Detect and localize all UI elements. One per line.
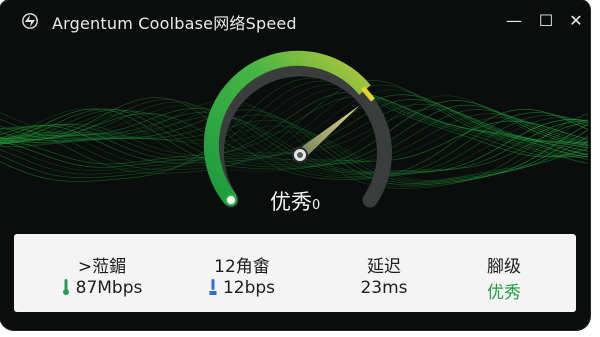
stat-grade: 腳级 优秀 [434, 234, 574, 312]
stat-latency: 延迟 23ms [314, 234, 454, 312]
stat-value-text: 12bps [222, 278, 276, 298]
rating-text: 优秀 [270, 190, 312, 214]
stat-value-text: 87Mbps [75, 278, 143, 298]
stat-value: 23ms [360, 278, 408, 298]
stat-label: 延迟 [367, 257, 401, 277]
maximize-button[interactable]: ☐ [532, 8, 560, 32]
stat-label: 12角畬 [214, 257, 270, 277]
stat-value: 87Mbps [32, 278, 172, 298]
stat-label: 腳级 [487, 257, 521, 277]
stat-label: >蒞鎇 [77, 257, 127, 277]
minimize-icon: — [506, 10, 522, 30]
maximize-icon: ☐ [538, 10, 554, 30]
stat-value: 12bps [172, 278, 312, 298]
stats-panel: >蒞鎇 87Mbps 12角畬 12bps 延迟 23ms 腳级 优秀 [14, 234, 576, 312]
app-window: Argentum Coolbase网络Speed — ☐ ✕ 优秀0 >蒞鎇 8… [0, 0, 590, 330]
close-icon: ✕ [569, 10, 583, 30]
thermometer-icon [209, 279, 217, 295]
stat-value: 优秀 [487, 283, 521, 303]
stat-download: >蒞鎇 87Mbps [32, 234, 172, 312]
minimize-button[interactable]: — [500, 8, 528, 32]
app-logo-icon [22, 13, 38, 29]
bottom-strip [14, 312, 576, 330]
close-button[interactable]: ✕ [562, 8, 590, 32]
gauge-start-dot [225, 194, 237, 206]
stat-upload: 12角畬 12bps [172, 234, 312, 312]
window-title: Argentum Coolbase网络Speed [52, 14, 297, 33]
gauge-center-dot [297, 152, 303, 158]
thermometer-icon [62, 279, 69, 295]
title-bar[interactable]: Argentum Coolbase网络Speed — ☐ ✕ [0, 0, 590, 40]
gauge-rating: 优秀0 [270, 186, 320, 216]
rating-value: 0 [312, 198, 321, 213]
